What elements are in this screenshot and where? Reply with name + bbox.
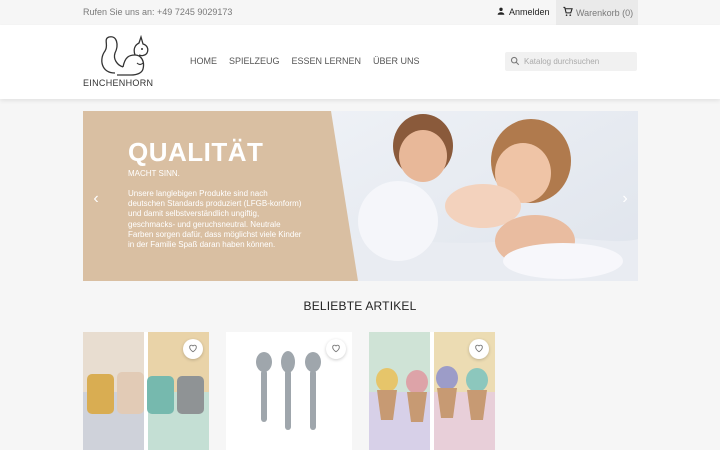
hero-slider: QUALITÄT MACHT SINN. Unsere langlebigen … (83, 111, 638, 281)
nav-item-home[interactable]: HOME (190, 56, 217, 66)
contact-phone: Rufen Sie uns an: +49 7245 9029173 (83, 7, 233, 17)
cart-icon (562, 6, 573, 19)
product-card[interactable] (226, 332, 352, 450)
heart-icon (331, 340, 341, 358)
slider-prev-button[interactable]: ‹ (89, 191, 103, 207)
site-logo[interactable]: EINCHENHORN (83, 35, 163, 90)
heart-icon (188, 340, 198, 358)
top-bar: Rufen Sie uns an: +49 7245 9029173 Anmel… (0, 0, 720, 25)
product-card[interactable] (83, 332, 209, 450)
main-nav: HOME SPIELZEUG ESSEN LERNEN ÜBER UNS (190, 56, 420, 66)
search-box (505, 52, 637, 71)
squirrel-logo-icon (101, 35, 149, 76)
search-icon[interactable] (510, 53, 520, 71)
wishlist-button[interactable] (326, 339, 346, 359)
slider-next-button[interactable]: › (618, 191, 632, 207)
heart-icon (474, 340, 484, 358)
wishlist-button[interactable] (469, 339, 489, 359)
slide-subtitle: MACHT SINN. (128, 169, 180, 178)
slide-text: Unsere langlebigen Produkte sind nach de… (128, 189, 302, 250)
login-link[interactable]: Anmelden (496, 6, 550, 18)
chevron-left-icon: ‹ (93, 190, 99, 207)
logo-text: EINCHENHORN (83, 78, 154, 88)
site-header: EINCHENHORN HOME SPIELZEUG ESSEN LERNEN … (0, 25, 720, 99)
cart-button[interactable]: Warenkorb (0) (556, 0, 638, 25)
wishlist-button[interactable] (183, 339, 203, 359)
product-card[interactable] (369, 332, 495, 450)
search-input[interactable] (524, 57, 629, 66)
login-label: Anmelden (509, 7, 550, 17)
hero-photo (323, 111, 638, 281)
cart-label: Warenkorb (0) (576, 7, 634, 18)
nav-item-ueber-uns[interactable]: ÜBER UNS (373, 56, 420, 66)
chevron-right-icon: › (622, 190, 628, 207)
slide-title: QUALITÄT (128, 137, 264, 167)
user-icon (496, 6, 506, 18)
nav-item-spielzeug[interactable]: SPIELZEUG (229, 56, 280, 66)
nav-item-essen-lernen[interactable]: ESSEN LERNEN (292, 56, 362, 66)
section-title: BELIEBTE ARTIKEL (303, 299, 417, 313)
